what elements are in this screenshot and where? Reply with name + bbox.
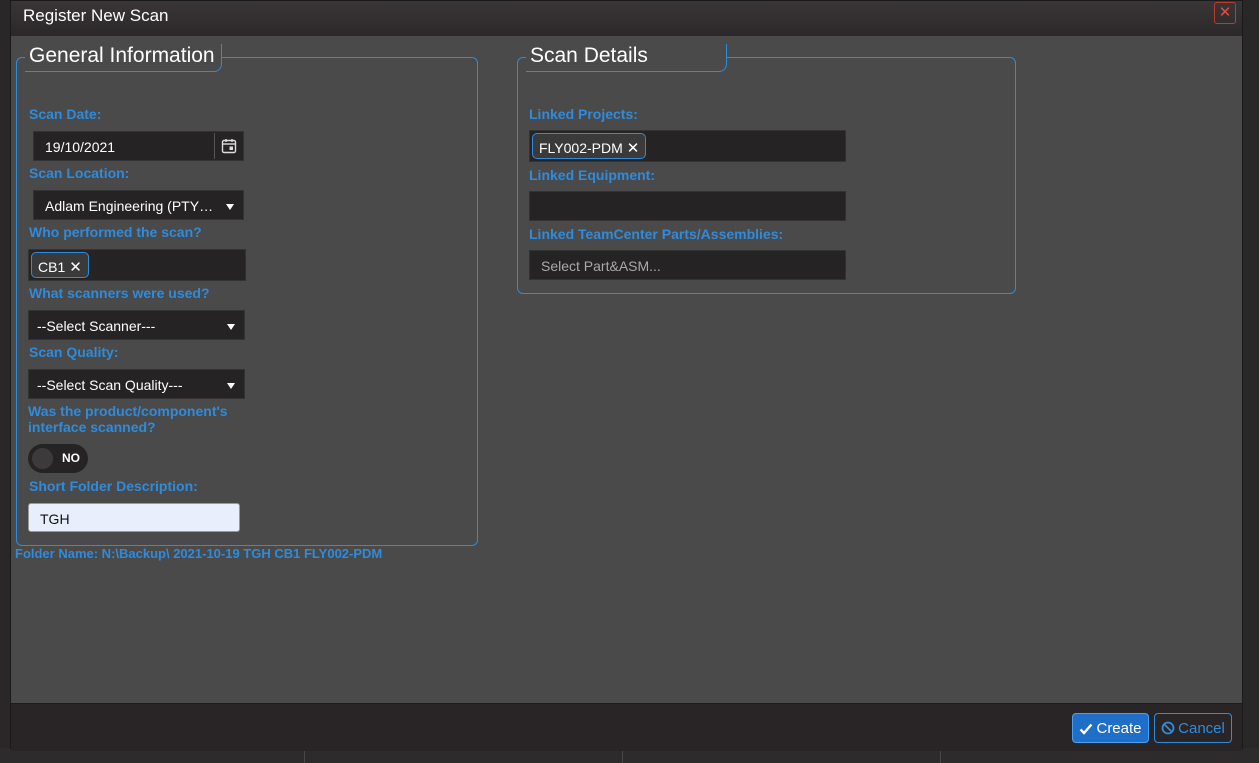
scanner-select[interactable]: --Select Scanner--- bbox=[28, 310, 245, 340]
performed-by-label: Who performed the scan? bbox=[29, 224, 202, 240]
linked-projects-label: Linked Projects: bbox=[529, 106, 638, 122]
close-button[interactable]: ✕ bbox=[1214, 2, 1236, 24]
scan-date-input[interactable]: 19/10/2021 bbox=[33, 131, 244, 161]
tag-label: FLY002-PDM bbox=[539, 140, 623, 156]
close-icon: ✕ bbox=[1218, 4, 1232, 21]
cancel-button[interactable]: Cancel bbox=[1154, 713, 1232, 743]
cancel-label: Cancel bbox=[1178, 720, 1225, 737]
toggle-knob bbox=[32, 448, 53, 469]
performed-by-tag: CB1 ✕ bbox=[31, 252, 89, 278]
dialog-body: General Information Scan Date: 19/10/202… bbox=[11, 36, 1242, 703]
scan-location-value: Adlam Engineering (PTY… bbox=[45, 198, 214, 214]
scan-details-legend: Scan Details bbox=[526, 44, 727, 72]
scanners-label: What scanners were used? bbox=[29, 285, 210, 301]
scan-date-label: Scan Date: bbox=[29, 106, 102, 122]
linked-equipment-label: Linked Equipment: bbox=[529, 167, 655, 183]
scan-quality-select[interactable]: --Select Scan Quality--- bbox=[28, 369, 245, 399]
scanner-select-value: --Select Scanner--- bbox=[37, 318, 156, 334]
ban-icon bbox=[1161, 721, 1175, 735]
interface-scanned-label-line2: interface scanned? bbox=[28, 419, 156, 435]
folder-name: Folder Name: N:\Backup\ 2021-10-19 TGH C… bbox=[15, 546, 383, 561]
calendar-icon[interactable] bbox=[221, 138, 237, 154]
create-button[interactable]: Create bbox=[1072, 713, 1149, 743]
scan-quality-value: --Select Scan Quality--- bbox=[37, 377, 183, 393]
dialog-title: Register New Scan bbox=[23, 6, 169, 25]
description-value: TGH bbox=[40, 511, 70, 527]
interface-scanned-label-line1: Was the product/component's bbox=[28, 403, 228, 419]
linked-project-tag: FLY002-PDM ✕ bbox=[532, 133, 647, 159]
toggle-state: NO bbox=[62, 451, 80, 465]
dialog-titlebar: Register New Scan ✕ bbox=[11, 1, 1242, 36]
linked-parts-label: Linked TeamCenter Parts/Assemblies: bbox=[529, 226, 784, 242]
performed-by-multiselect[interactable]: CB1 ✕ bbox=[28, 249, 246, 281]
create-label: Create bbox=[1096, 720, 1142, 737]
description-input[interactable]: TGH bbox=[28, 503, 240, 532]
general-information-legend: General Information bbox=[25, 44, 222, 72]
interface-scanned-toggle[interactable]: NO bbox=[28, 444, 88, 473]
dialog-footer: Create Cancel bbox=[11, 703, 1242, 751]
calendar-separator bbox=[214, 133, 215, 159]
linked-equipment-input[interactable] bbox=[529, 191, 846, 221]
scan-quality-label: Scan Quality: bbox=[29, 344, 119, 360]
linked-parts-placeholder: Select Part&ASM... bbox=[541, 258, 661, 274]
scan-date-value: 19/10/2021 bbox=[45, 139, 116, 155]
scan-location-select[interactable]: Adlam Engineering (PTY… bbox=[33, 190, 244, 220]
linked-projects-multiselect[interactable]: FLY002-PDM ✕ bbox=[529, 130, 846, 162]
linked-parts-input[interactable]: Select Part&ASM... bbox=[529, 250, 846, 280]
scan-location-label: Scan Location: bbox=[29, 165, 130, 181]
description-label: Short Folder Description: bbox=[29, 478, 198, 494]
close-icon[interactable]: ✕ bbox=[627, 140, 640, 157]
chevron-down-icon bbox=[226, 204, 234, 210]
chevron-down-icon bbox=[227, 383, 235, 389]
check-icon bbox=[1080, 723, 1093, 735]
close-icon[interactable]: ✕ bbox=[69, 259, 82, 276]
register-scan-dialog: Register New Scan ✕ General Information … bbox=[10, 0, 1243, 751]
tag-label: CB1 bbox=[38, 259, 66, 275]
chevron-down-icon bbox=[227, 324, 235, 330]
